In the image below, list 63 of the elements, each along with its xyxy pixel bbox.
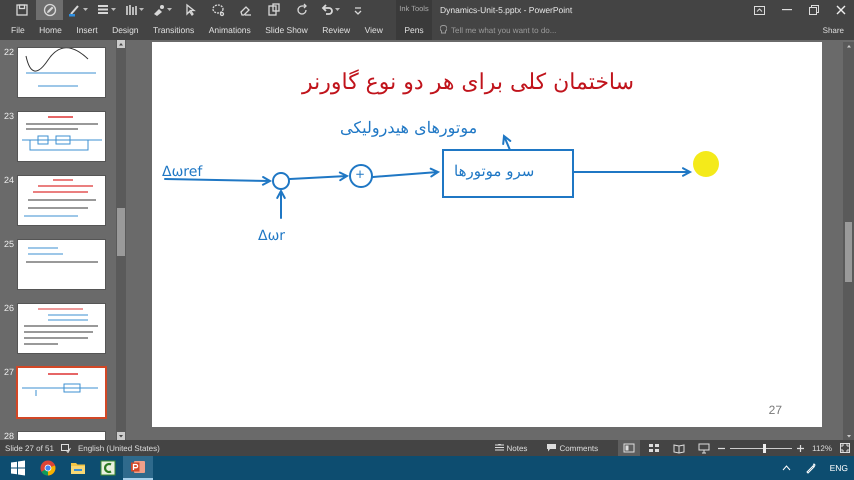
normal-view-icon[interactable] [618, 440, 640, 456]
fit-to-window-icon[interactable] [840, 443, 850, 453]
notes-icon [494, 444, 504, 452]
arrow [276, 188, 286, 219]
slide-number-label: 22 [4, 47, 15, 57]
lightbulb-icon [440, 25, 447, 35]
summing-junction [349, 164, 373, 188]
minimize-icon[interactable] [782, 9, 792, 11]
scroll-up-icon[interactable] [117, 40, 125, 48]
slide-thumbnail[interactable] [17, 47, 106, 98]
ribbon-tab[interactable]: Home [38, 23, 63, 37]
slide-number-label: 26 [4, 303, 15, 313]
ribbon-tab[interactable]: File [10, 23, 26, 37]
scrollbar-thumb[interactable] [845, 222, 852, 282]
arrow [372, 168, 440, 178]
pen-icon[interactable] [804, 462, 816, 474]
arrow [289, 172, 350, 182]
share-button[interactable]: Share [820, 24, 846, 36]
zoom-slider-thumb[interactable] [763, 444, 766, 452]
presentation-app-icon[interactable] [123, 456, 153, 480]
zoom-percentage[interactable]: 112% [812, 444, 832, 452]
ribbon-tab[interactable]: Transitions [152, 23, 196, 37]
block-label: سرو موتورها [454, 162, 534, 180]
ribbon-tab[interactable]: Animations [208, 23, 252, 37]
language-indicator[interactable]: English (United States) [78, 444, 160, 452]
ribbon-tab[interactable]: Review [321, 23, 352, 37]
slide-thumbnail[interactable] [16, 366, 107, 419]
window-title: Dynamics-Unit-5.pptx - PowerPoint [440, 5, 574, 15]
chevron-up-icon[interactable] [782, 465, 791, 471]
notes-button[interactable]: Notes [494, 444, 528, 452]
slide-thumbnail[interactable] [17, 175, 106, 226]
diagram-label: موتورهای هیدرولیکی [340, 118, 478, 137]
comment-icon [547, 444, 556, 452]
scrollbar-thumb[interactable] [117, 208, 125, 256]
ribbon-tab[interactable]: Design [111, 23, 140, 37]
slide-thumbnail[interactable] [17, 239, 106, 290]
comments-button[interactable]: Comments [547, 444, 598, 452]
ribbon-tab[interactable]: Slide Show [264, 23, 309, 37]
slide-number-label: 27 [4, 367, 15, 377]
input-language-indicator[interactable]: ENG [830, 463, 848, 473]
scroll-down-icon[interactable] [117, 432, 125, 440]
junction-sign: + [355, 167, 366, 181]
slide-number-label: 23 [4, 111, 15, 121]
slide-title: ساختمان کلی برای هر دو نوع گاورنر [302, 70, 634, 95]
zoom-in-icon[interactable] [797, 444, 804, 452]
signal-label: Δωref [162, 164, 202, 180]
pointer-highlight [693, 151, 719, 177]
slide-number-label: 28 [4, 431, 15, 440]
signal-label: Δωr [258, 228, 286, 244]
close-icon[interactable] [836, 5, 846, 15]
ribbon-display-icon[interactable] [754, 6, 765, 14]
slide-number-label: 25 [4, 239, 15, 249]
spell-check-icon[interactable] [60, 444, 71, 452]
slide-thumbnail[interactable] [17, 303, 106, 354]
arrow [502, 134, 512, 151]
slide-number-label: 24 [4, 175, 15, 185]
slide-number: 27 [768, 403, 782, 417]
restore-icon[interactable] [809, 5, 819, 15]
summing-junction [272, 172, 290, 190]
slide-counter: Slide 27 of 51 [5, 444, 54, 452]
ribbon-tab[interactable]: View [364, 23, 384, 37]
slide-thumbnail[interactable] [17, 111, 106, 162]
ribbon-tab[interactable]: Insert [75, 23, 99, 37]
